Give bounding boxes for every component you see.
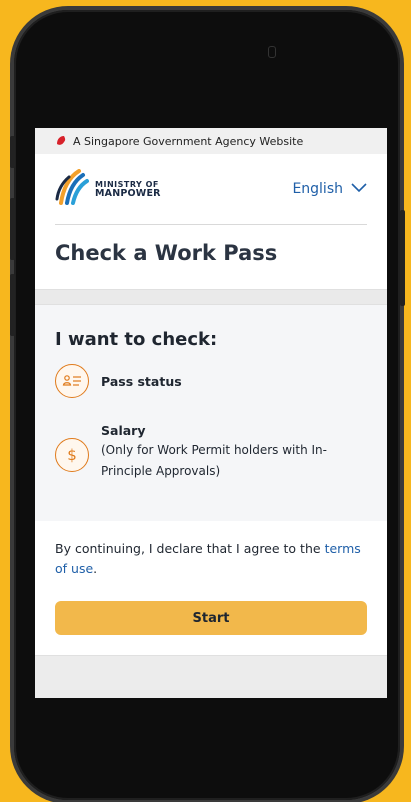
mom-logo[interactable]: MINISTRY OF MANPOWER (55, 169, 161, 209)
earpiece-speaker (268, 46, 276, 58)
footer-band (35, 655, 387, 698)
language-label: English (292, 181, 343, 197)
option-salary-text: Salary (Only for Work Permit holders wit… (101, 420, 367, 481)
page-title: Check a Work Pass (55, 241, 278, 265)
site-header: MINISTRY OF MANPOWER English (35, 154, 387, 224)
person-card-icon (55, 364, 89, 398)
volume-up-button (10, 198, 15, 260)
dollar-icon: $ (55, 438, 89, 472)
svg-text:$: $ (67, 446, 77, 464)
language-selector[interactable]: English (292, 181, 367, 197)
mom-logo-icon (55, 169, 89, 209)
phone-screen: A Singapore Government Agency Website MI… (35, 128, 387, 698)
agreement-statement: By continuing, I declare that I agree to… (55, 541, 321, 556)
volume-down-button (10, 274, 15, 336)
option-salary-sub: (Only for Work Permit holders with In-Pr… (101, 443, 327, 478)
singapore-lion-icon (55, 135, 67, 147)
option-salary[interactable]: $ Salary (Only for Work Permit holders w… (55, 423, 367, 481)
options-heading: I want to check: (55, 329, 218, 350)
government-banner-text: A Singapore Government Agency Website (73, 134, 304, 148)
mute-switch (10, 136, 15, 168)
section-separator (35, 289, 387, 305)
agreement-suffix: . (93, 561, 98, 576)
government-banner: A Singapore Government Agency Website (35, 128, 387, 154)
start-button[interactable]: Start (55, 601, 367, 635)
logo-line-2: MANPOWER (95, 188, 161, 199)
option-salary-label: Salary (101, 423, 146, 438)
power-button (400, 210, 405, 306)
mom-logo-text: MINISTRY OF MANPOWER (95, 180, 161, 198)
chevron-down-icon (351, 181, 367, 197)
option-pass-status-label: Pass status (101, 373, 182, 389)
agreement-text: By continuing, I declare that I agree to… (35, 521, 387, 591)
option-pass-status[interactable]: Pass status (55, 364, 367, 398)
check-options-panel: I want to check: Pass status $ Salary (O… (35, 305, 387, 521)
